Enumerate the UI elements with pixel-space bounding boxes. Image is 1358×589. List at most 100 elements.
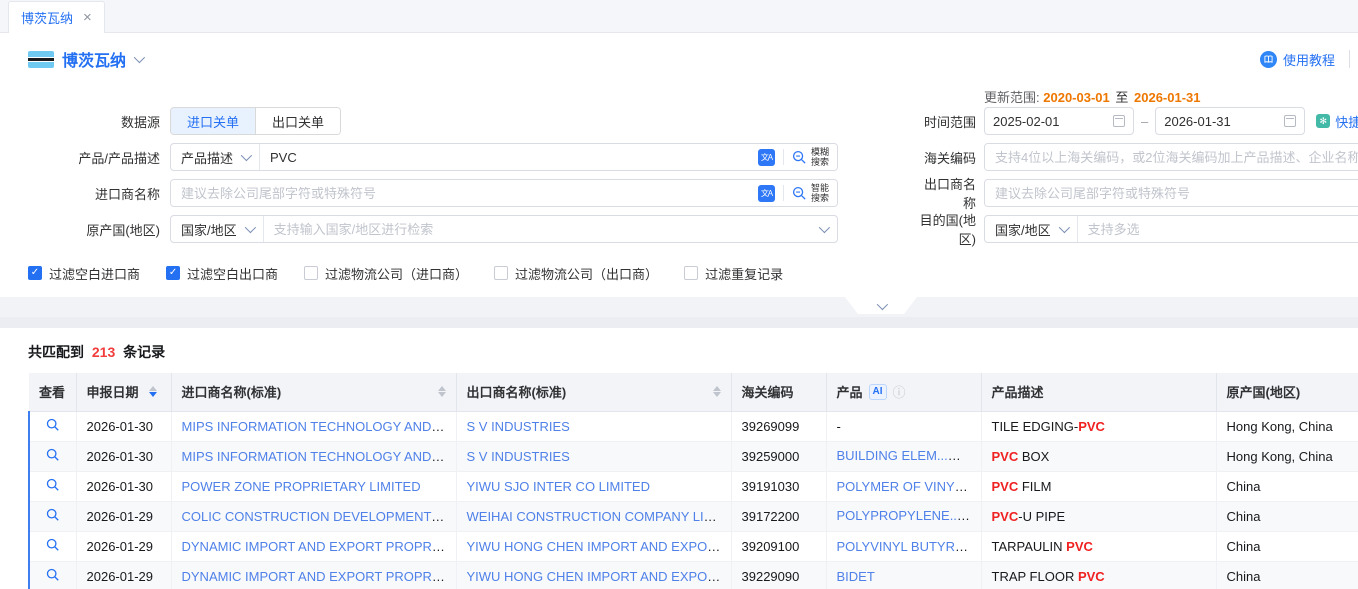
dest-country-label: 目的国(地区) <box>912 210 976 248</box>
product-link[interactable]: BIDET <box>837 569 875 584</box>
view-detail-icon[interactable] <box>46 538 60 552</box>
tab-export-declarations[interactable]: 出口关单 <box>255 108 340 134</box>
cell-desc: PVC BOX <box>981 441 1216 471</box>
importer-link[interactable]: MIPS INFORMATION TECHNOLOGY AND C... <box>182 419 456 434</box>
checkbox-label: 过滤空白出口商 <box>187 264 278 283</box>
exporter-link[interactable]: S V INDUSTRIES <box>467 449 570 464</box>
checkbox-filter-blank-importer[interactable]: ✓ 过滤空白进口商 <box>28 264 140 283</box>
tab-import-declarations[interactable]: 进口关单 <box>171 108 255 134</box>
importer-link[interactable]: DYNAMIC IMPORT AND EXPORT PROPRIET... <box>182 539 457 554</box>
page-header: 博茨瓦纳 使用教程 <box>0 33 1358 85</box>
collapse-filters-button[interactable] <box>845 297 917 314</box>
botswana-flag-icon <box>28 51 54 68</box>
exporter-link[interactable]: YIWU HONG CHEN IMPORT AND EXPORT ... <box>467 539 732 554</box>
update-range-label: 更新范围: <box>984 90 1040 105</box>
sort-exporter-button[interactable] <box>713 386 721 397</box>
origin-country-select-value: 国家/地区 <box>181 220 237 239</box>
start-date-input[interactable]: 2025-02-01 <box>984 107 1134 135</box>
product-search-input[interactable] <box>260 144 758 170</box>
results-count: 213 <box>92 344 115 360</box>
exporter-link[interactable]: YIWU SJO INTER CO LIMITED <box>467 479 650 494</box>
importer-link[interactable]: COLIC CONSTRUCTION DEVELOPMENT CO ... <box>182 509 457 524</box>
close-icon[interactable]: × <box>83 10 92 25</box>
importer-input[interactable] <box>171 180 758 206</box>
country-selector[interactable]: 博茨瓦纳 <box>28 47 142 71</box>
magnifier-icon <box>792 186 807 201</box>
product-link[interactable]: POLYVINYL BUTYRAL <box>837 539 971 554</box>
exporter-link[interactable]: YIWU HONG CHEN IMPORT AND EXPORT ... <box>467 569 732 584</box>
cell-date: 2026-01-29 <box>76 501 171 531</box>
page-title: 博茨瓦纳 <box>62 47 126 71</box>
col-product: 产品 AI ⓘ <box>826 373 981 411</box>
info-icon[interactable]: ⓘ <box>893 382 906 401</box>
update-range: 更新范围: 2020-03-01 至 2026-01-31 <box>984 87 1201 106</box>
cell-origin: China <box>1216 561 1358 589</box>
hs-code-input[interactable] <box>985 144 1358 170</box>
view-detail-icon[interactable] <box>46 478 60 492</box>
table-row: 2026-01-29 DYNAMIC IMPORT AND EXPORT PRO… <box>29 561 1358 589</box>
origin-country-select[interactable]: 国家/地区 <box>171 216 264 242</box>
checkbox-filter-logistics-exporter[interactable]: 过滤物流公司（出口商） <box>494 264 658 283</box>
chevron-down-icon <box>244 222 255 233</box>
translate-icon[interactable]: 文A <box>758 185 775 202</box>
quick-options-button[interactable]: ✻ 快捷选项 <box>1316 112 1358 131</box>
cell-date: 2026-01-29 <box>76 561 171 589</box>
cell-hs-code: 39259000 <box>731 441 826 471</box>
checkbox-filter-blank-exporter[interactable]: ✓ 过滤空白出口商 <box>166 264 278 283</box>
dest-country-select[interactable]: 国家/地区 <box>985 216 1078 242</box>
checkbox-filter-logistics-importer[interactable]: 过滤物流公司（进口商） <box>304 264 468 283</box>
quick-options-icon: ✻ <box>1316 114 1330 128</box>
product-link[interactable]: - <box>837 419 841 434</box>
exporter-input[interactable] <box>985 180 1358 206</box>
checkbox-filter-duplicates[interactable]: 过滤重复记录 <box>684 264 783 283</box>
exporter-link[interactable]: WEIHAI CONSTRUCTION COMPANY LIMITED <box>467 509 732 524</box>
tutorial-link[interactable]: 使用教程 <box>1260 50 1335 69</box>
exporter-link[interactable]: S V INDUSTRIES <box>467 419 570 434</box>
view-detail-icon[interactable] <box>46 508 60 522</box>
results-prefix: 共匹配到 <box>28 344 84 360</box>
importer-link[interactable]: POWER ZONE PROPRIETARY LIMITED <box>182 479 421 494</box>
origin-country-group: 国家/地区 <box>170 215 838 243</box>
product-type-select[interactable]: 产品描述 <box>171 144 260 170</box>
data-source-tabs: 进口关单 出口关单 <box>170 107 341 135</box>
product-link[interactable]: POLYMER OF VINYL C... <box>837 479 982 494</box>
cell-date: 2026-01-29 <box>76 531 171 561</box>
smart-search-button[interactable]: 智能 搜索 <box>784 180 837 206</box>
product-link[interactable]: POLYPROPYLENE... <box>837 508 970 523</box>
dest-country-select-value: 国家/地区 <box>995 220 1051 239</box>
sort-importer-button[interactable] <box>438 386 446 397</box>
chevron-down-icon <box>1058 222 1069 233</box>
product-type-value: 产品描述 <box>181 148 233 167</box>
view-detail-icon[interactable] <box>46 448 60 462</box>
sort-date-button[interactable] <box>149 386 157 397</box>
checkbox-icon[interactable]: ✓ <box>28 266 42 280</box>
checkbox-icon[interactable] <box>494 266 508 280</box>
results-suffix: 条记录 <box>123 344 165 360</box>
tutorial-book-icon <box>1260 51 1277 68</box>
view-detail-icon[interactable] <box>46 568 60 582</box>
hs-code-input-group <box>984 143 1358 171</box>
fuzzy-search-button[interactable]: 模糊 搜索 <box>784 144 837 170</box>
view-detail-icon[interactable] <box>46 418 60 432</box>
dest-country-input[interactable] <box>1078 216 1358 242</box>
chevron-down-icon[interactable] <box>134 52 145 63</box>
checkbox-icon[interactable]: ✓ <box>166 266 180 280</box>
app-window: 博茨瓦纳 × 博茨瓦纳 使用教程 更新范围: <box>0 0 1358 589</box>
chevron-down-icon <box>241 150 252 161</box>
results-summary: 共匹配到 213 条记录 <box>0 328 1358 373</box>
end-date-input[interactable]: 2026-01-31 <box>1155 107 1305 135</box>
origin-country-input[interactable] <box>264 216 819 242</box>
calendar-icon <box>1113 115 1125 127</box>
importer-link[interactable]: DYNAMIC IMPORT AND EXPORT PROPRIET... <box>182 569 457 584</box>
product-link[interactable]: BUILDING ELEM... <box>837 448 961 463</box>
cell-desc: PVC-U PIPE <box>981 501 1216 531</box>
importer-link[interactable]: MIPS INFORMATION TECHNOLOGY AND C... <box>182 449 456 464</box>
checkbox-label: 过滤物流公司（进口商） <box>325 264 468 283</box>
tab-bar: 博茨瓦纳 × <box>0 0 1358 33</box>
checkbox-icon[interactable] <box>684 266 698 280</box>
checkbox-icon[interactable] <box>304 266 318 280</box>
product-label: 产品/产品描述 <box>0 148 160 167</box>
tab-title: 博茨瓦纳 <box>21 8 73 27</box>
translate-icon[interactable]: 文A <box>758 149 775 166</box>
page-tab[interactable]: 博茨瓦纳 × <box>8 1 105 33</box>
